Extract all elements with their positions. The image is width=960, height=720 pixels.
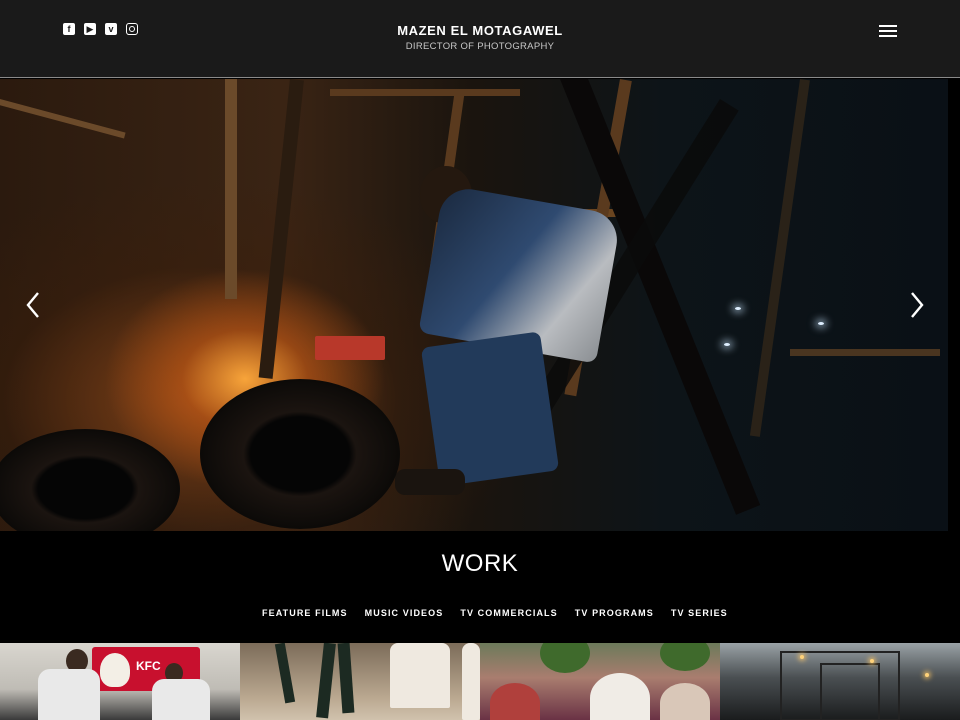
next-slide-button[interactable] [909, 291, 925, 319]
work-filters: FEATURE FILMS MUSIC VIDEOS TV COMMERCIAL… [262, 608, 728, 618]
work-section: WORK FEATURE FILMS MUSIC VIDEOS TV COMME… [0, 531, 960, 643]
chevron-left-icon [26, 292, 39, 318]
prev-slide-button[interactable] [25, 291, 41, 319]
work-thumbnails: KFC [0, 643, 960, 720]
chevron-right-icon [911, 292, 924, 318]
hamburger-menu-icon[interactable] [879, 25, 897, 37]
work-thumbnail-1[interactable]: KFC [0, 643, 240, 720]
work-thumbnail-3[interactable] [480, 643, 720, 720]
filter-tv-series[interactable]: TV SERIES [671, 608, 728, 618]
hero-slider [0, 79, 948, 531]
hero-image [0, 79, 948, 531]
work-thumbnail-4[interactable] [720, 643, 960, 720]
work-thumbnail-2[interactable] [240, 643, 480, 720]
filter-tv-commercials[interactable]: TV COMMERCIALS [460, 608, 557, 618]
work-title: WORK [441, 550, 519, 577]
brand-name[interactable]: MAZEN EL MOTAGAWEL [0, 23, 960, 38]
kfc-sign-text: KFC [136, 659, 161, 673]
site-header: f ▶ v MAZEN EL MOTAGAWEL DIRECTOR OF PHO… [0, 0, 960, 78]
filter-tv-programs[interactable]: TV PROGRAMS [575, 608, 654, 618]
brand-subtitle: DIRECTOR OF PHOTOGRAPHY [405, 41, 555, 52]
filter-music-videos[interactable]: MUSIC VIDEOS [365, 608, 444, 618]
filter-feature-films[interactable]: FEATURE FILMS [262, 608, 348, 618]
brand: MAZEN EL MOTAGAWEL DIRECTOR OF PHOTOGRAP… [0, 23, 960, 52]
